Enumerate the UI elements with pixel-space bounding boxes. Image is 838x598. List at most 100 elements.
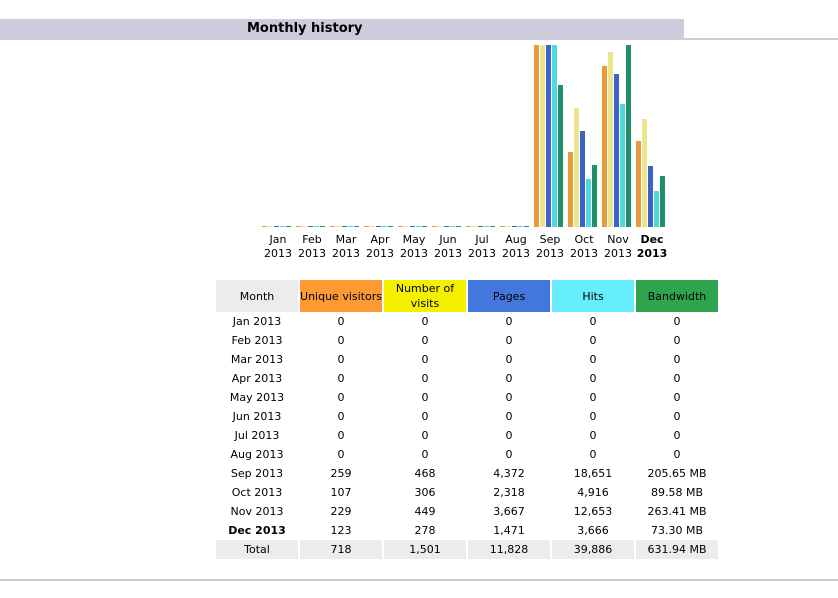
cell-pages: 4,372	[493, 467, 525, 480]
x-tick-year: 2013	[264, 247, 292, 260]
cell-pages: 0	[505, 334, 513, 347]
bar-bandwidth-jan	[286, 226, 291, 227]
x-tick-month: Jun	[438, 233, 456, 246]
cell-unique-visitors: 229	[330, 505, 352, 518]
cell-number-of-visits: 0	[421, 334, 429, 347]
x-tick-year: 2013	[502, 247, 530, 260]
bar-hits-jun	[450, 226, 455, 227]
bar-number-of-visits-jun	[438, 226, 443, 227]
bar-pages-jul	[478, 226, 483, 227]
cell-pages: 0	[505, 448, 513, 461]
cell-pages: 0	[505, 410, 513, 423]
cell-hits: 0	[589, 372, 597, 385]
header-bandwidth: Bandwidth	[636, 280, 718, 312]
bar-unique-visitors-aug	[500, 226, 505, 227]
bar-bandwidth-apr	[388, 226, 393, 227]
cell-number-of-visits: 306	[414, 486, 436, 499]
header-month: Month	[216, 280, 298, 312]
cell-bandwidth: 0	[673, 372, 681, 385]
x-tick-year: 2013	[298, 247, 326, 260]
x-tick-month: Feb	[302, 233, 321, 246]
bar-unique-visitors-jul	[466, 226, 471, 227]
cell-bandwidth: 0	[673, 410, 681, 423]
cell-unique-visitors: 123	[330, 524, 352, 537]
cell-unique-visitors: 0	[337, 429, 345, 442]
cell-pages: 0	[505, 315, 513, 328]
cell-number-of-visits: 0	[421, 448, 429, 461]
cell-hits: 4,916	[577, 486, 609, 499]
table-row: Mar 2013 0 0 0 0 0	[216, 350, 718, 369]
table-row: Nov 2013 229 449 3,667 12,653 263.41 MB	[216, 502, 718, 521]
cell-number-of-visits: 449	[414, 505, 436, 518]
bar-unique-visitors-feb	[296, 226, 301, 227]
x-tick-month: May	[403, 233, 426, 246]
total-cell-month: Total	[216, 540, 298, 559]
cell-hits: 18,651	[573, 467, 613, 480]
bar-pages-aug	[512, 226, 517, 227]
table-row: Jun 2013 0 0 0 0 0	[216, 407, 718, 426]
table-row: Jan 2013 0 0 0 0 0	[216, 312, 718, 331]
bar-pages-jan	[274, 226, 279, 227]
cell-hits: 0	[589, 353, 597, 366]
x-tick-month: Mar	[336, 233, 357, 246]
cell-month: Dec 2013	[228, 524, 286, 537]
bar-hits-jan	[280, 226, 285, 227]
cell-number-of-visits: 468	[414, 467, 436, 480]
total-cell-bandwidth: 631.94 MB	[636, 540, 718, 559]
table-row: Jul 2013 0 0 0 0 0	[216, 426, 718, 445]
cell-month: Jul 2013	[234, 429, 280, 442]
cell-bandwidth: 263.41 MB	[647, 505, 707, 518]
bar-number-of-visits-mar	[336, 226, 341, 227]
bar-bandwidth-jul	[490, 226, 495, 227]
bar-number-of-visits-oct	[574, 108, 579, 227]
cell-unique-visitors: 0	[337, 372, 345, 385]
monthly-history-table: Month Unique visitors Number of visits P…	[214, 280, 720, 559]
bar-number-of-visits-apr	[370, 226, 375, 227]
bar-pages-mar	[342, 226, 347, 227]
total-cell-hits: 39,886	[552, 540, 634, 559]
bar-number-of-visits-jan	[268, 226, 273, 227]
bar-hits-may	[416, 226, 421, 227]
cell-number-of-visits: 0	[421, 391, 429, 404]
cell-unique-visitors: 0	[337, 334, 345, 347]
bar-pages-sep	[546, 45, 551, 227]
bar-pages-oct	[580, 131, 585, 227]
cell-hits: 0	[589, 410, 597, 423]
bar-hits-nov	[620, 104, 625, 227]
cell-bandwidth: 0	[673, 315, 681, 328]
total-cell-pages: 11,828	[468, 540, 550, 559]
bar-number-of-visits-aug	[506, 226, 511, 227]
bar-bandwidth-mar	[354, 226, 359, 227]
cell-bandwidth: 0	[673, 429, 681, 442]
bar-pages-feb	[308, 226, 313, 227]
x-tick-year: 2013	[332, 247, 360, 260]
bar-unique-visitors-dec	[636, 141, 641, 227]
cell-month: Mar 2013	[230, 353, 284, 366]
bar-hits-oct	[586, 179, 591, 227]
x-tick-year: 2013	[400, 247, 428, 260]
header-hits: Hits	[552, 280, 634, 312]
table-header-row: Month Unique visitors Number of visits P…	[216, 280, 718, 312]
monthly-history-chart: Jan2013Feb2013Mar2013Apr2013May2013Jun20…	[262, 45, 667, 260]
x-tick-month: Jul	[474, 233, 488, 246]
cell-hits: 0	[589, 429, 597, 442]
bar-unique-visitors-jun	[432, 226, 437, 227]
bar-number-of-visits-nov	[608, 52, 613, 227]
cell-unique-visitors: 0	[337, 353, 345, 366]
bar-number-of-visits-feb	[302, 226, 307, 227]
table-row: Feb 2013 0 0 0 0 0	[216, 331, 718, 350]
x-tick-month: Dec	[640, 233, 663, 246]
cell-unique-visitors: 0	[337, 410, 345, 423]
table-row: May 2013 0 0 0 0 0	[216, 388, 718, 407]
cell-number-of-visits: 0	[421, 410, 429, 423]
cell-month: Feb 2013	[231, 334, 283, 347]
cell-unique-visitors: 0	[337, 391, 345, 404]
x-tick-month: Sep	[540, 233, 561, 246]
x-tick-year: 2013	[536, 247, 564, 260]
cell-hits: 0	[589, 334, 597, 347]
cell-pages: 1,471	[493, 524, 525, 537]
bar-hits-apr	[382, 226, 387, 227]
cell-month: May 2013	[229, 391, 285, 404]
x-tick-year: 2013	[366, 247, 394, 260]
cell-pages: 2,318	[493, 486, 525, 499]
